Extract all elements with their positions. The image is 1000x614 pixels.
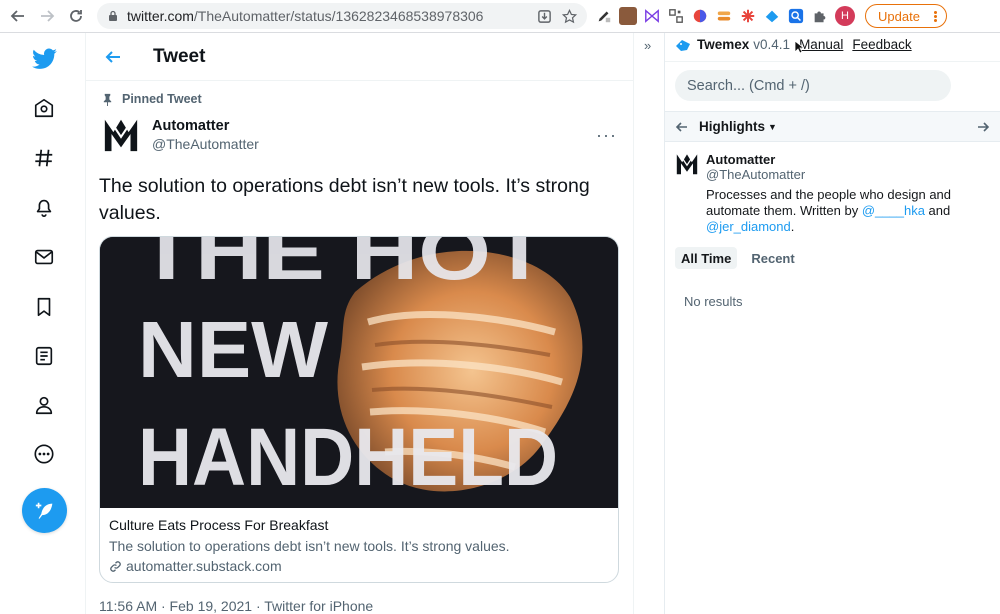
manual-link[interactable]: Manual [799,37,843,52]
tweet-text: The solution to operations debt isn’t ne… [99,175,590,224]
arrow-left-icon [10,10,24,22]
no-results-text: No results [684,294,743,309]
messages-envelope-icon[interactable] [30,243,58,271]
profile-handle[interactable]: @TheAutomatter [706,167,805,182]
explore-hashtag-icon[interactable] [30,144,58,172]
card-image: THE HOT NEW HANDHELD [100,237,618,508]
tweet-column: Tweet Pinned Tweet Automatter @TheAutoma… [86,33,634,614]
twemex-extension-icon[interactable] [763,7,781,25]
card-description: The solution to operations debt isn’t ne… [109,538,510,554]
tweet-header: Tweet [86,33,633,81]
link-icon [110,560,121,572]
pin-icon [103,93,112,106]
extensions-bar: H Update [595,4,947,28]
highlights-bar: Highlights ▼ [665,111,1000,142]
profile-name[interactable]: Automatter [706,152,775,167]
collapse-panel-button[interactable]: » [634,33,665,614]
browser-toolbar: twitter.com/TheAutomatter/status/1362823… [0,0,1000,33]
feather-plus-icon [35,502,52,519]
lock-icon [109,10,117,21]
stack-extension-icon[interactable] [715,7,733,25]
card-domain: automatter.substack.com [109,558,609,574]
profile-icon[interactable] [30,391,58,419]
install-app-icon[interactable] [537,9,552,24]
bowtie-extension-icon[interactable] [643,7,661,25]
feedback-link[interactable]: Feedback [852,37,911,52]
tab-all-time[interactable]: All Time [675,247,738,269]
automatter-logo-small[interactable] [675,152,699,176]
twitter-sidebar [0,33,86,614]
update-button[interactable]: Update [865,4,947,28]
twemex-body: Search... (Cmd + /) Highlights ▼ Automat… [665,61,1000,614]
automatter-logo-avatar[interactable] [101,115,141,155]
mouse-cursor-icon [794,40,804,54]
address-bar[interactable]: twitter.com/TheAutomatter/status/1362823… [97,3,587,29]
forward-button[interactable] [36,5,58,27]
card-image-line2: NEW [138,305,329,394]
twitter-logo-icon[interactable] [30,45,58,73]
arrow-right-icon[interactable] [976,120,990,134]
tweet-author: Automatter @TheAutomatter ··· [101,115,619,155]
puzzle-extensions-icon[interactable] [811,7,829,25]
page-title: Tweet [153,45,206,67]
reload-icon [70,10,82,22]
link-card[interactable]: THE HOT NEW HANDHELD Culture Eats Proces… [99,236,619,583]
time-tabs: All Time Recent [675,247,801,269]
card-title: Culture Eats Process For Breakfast [109,517,329,533]
back-arrow-icon[interactable] [104,46,126,68]
photo-extension-icon[interactable] [619,7,637,25]
more-options-icon[interactable]: ··· [596,125,617,146]
colorwheel-extension-icon[interactable] [691,7,709,25]
twemex-panel: » Twemex v0.4.1 Manual Feedback Search..… [634,33,1000,614]
url-text: twitter.com/TheAutomatter/status/1362823… [127,8,484,24]
twemex-search-input[interactable]: Search... (Cmd + /) [675,70,951,101]
arrow-right-icon [41,10,55,22]
profile-bio: Processes and the people who design and … [706,187,952,234]
bookmark-star-icon[interactable] [562,8,577,24]
back-button[interactable] [7,5,29,27]
bookmarks-icon[interactable] [30,293,58,321]
lists-icon[interactable] [30,342,58,370]
profile-avatar[interactable]: H [835,6,855,26]
card-image-line3: HANDHELD [138,412,558,503]
qr-extension-icon[interactable] [667,7,685,25]
search-extension-icon[interactable] [787,7,805,25]
notifications-bell-icon[interactable] [30,193,58,221]
arrow-left-icon[interactable] [675,120,689,134]
twemex-logo-icon [676,39,690,51]
pen-extension-icon[interactable] [595,7,613,25]
compose-tweet-button[interactable] [22,488,67,533]
twemex-version: v0.4.1 [753,37,791,52]
home-icon[interactable] [30,94,58,122]
twemex-name: Twemex [697,37,750,52]
card-image-line1: THE HOT [138,237,548,296]
caret-down-icon[interactable]: ▼ [768,122,777,132]
author-name[interactable]: Automatter [152,118,259,134]
mention-link[interactable]: @____hka [862,203,925,218]
asterisk-extension-icon[interactable] [739,7,757,25]
more-circle-icon[interactable] [30,440,58,468]
tab-recent[interactable]: Recent [745,247,800,269]
highlights-dropdown[interactable]: Highlights [699,119,765,134]
reload-button[interactable] [65,5,87,27]
mention-link[interactable]: @jer_diamond [706,219,791,234]
pinned-label: Pinned Tweet [101,92,202,106]
tweet-timestamp[interactable]: 11:56 AM · Feb 19, 2021 · Twitter for iP… [99,598,373,614]
author-handle[interactable]: @TheAutomatter [152,136,259,152]
